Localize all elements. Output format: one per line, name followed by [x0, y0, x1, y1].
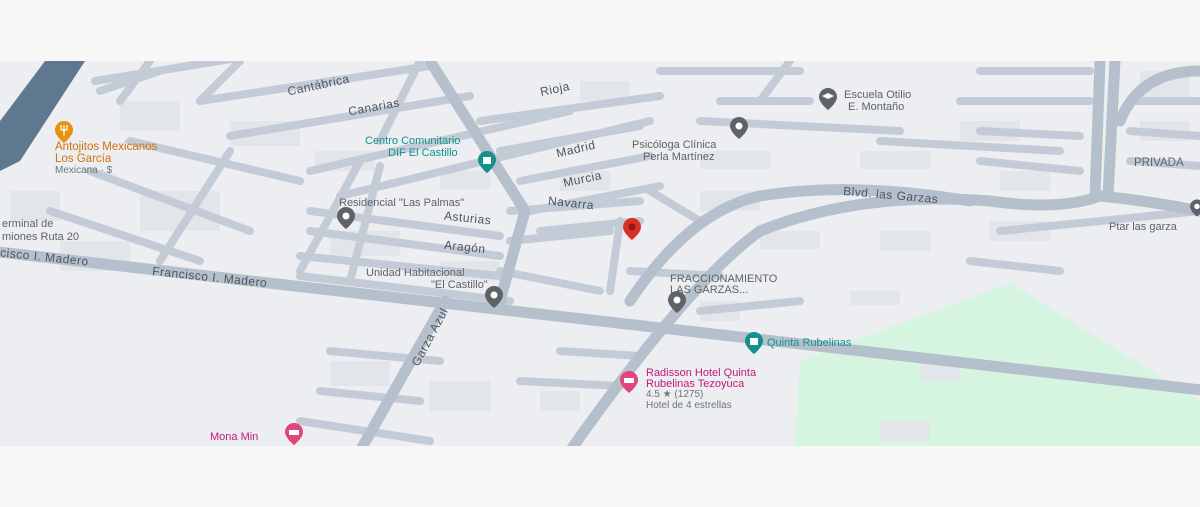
place-escuela-1[interactable]: Escuela Otilio	[844, 89, 911, 101]
place-antojitos-name2[interactable]: Los García	[55, 153, 111, 165]
place-privada[interactable]: PRIVADA	[1134, 157, 1184, 169]
location-pin-icon[interactable]	[1190, 199, 1200, 217]
location-pin-icon[interactable]	[730, 117, 748, 139]
place-antojitos-name[interactable]: Antojitos Mexicanos	[55, 141, 157, 153]
place-residencial[interactable]: Residencial "Las Palmas"	[339, 197, 464, 209]
location-pin-icon[interactable]	[337, 207, 355, 229]
place-radisson-type: Hotel de 4 estrellas	[646, 400, 732, 411]
hotel-icon[interactable]	[620, 371, 638, 393]
place-mona[interactable]: Mona Min	[210, 431, 258, 443]
map-canvas[interactable]	[0, 61, 1200, 446]
location-pin-icon[interactable]	[668, 291, 686, 313]
place-quinta[interactable]: Quinta Rubelinas	[767, 337, 851, 349]
location-pin-icon[interactable]	[485, 286, 503, 308]
place-unidad-1[interactable]: Unidad Habitacional	[366, 267, 464, 279]
map-view[interactable]: Cantábrica Canarias Rioja Madrid Murcia …	[0, 61, 1200, 446]
place-antojitos-sub: Mexicana · $	[55, 165, 113, 176]
place-psicologa-1[interactable]: Psicóloga Clínica	[632, 139, 716, 151]
place-centro-comunitario-2[interactable]: DIF El Castillo	[388, 147, 458, 159]
place-psicologa-2[interactable]: Perla Martínez	[643, 151, 715, 163]
red-marker-icon[interactable]	[623, 218, 641, 240]
place-centro-comunitario-1[interactable]: Centro Comunitario	[365, 135, 460, 147]
community-center-icon[interactable]	[478, 151, 496, 173]
place-terminal-1[interactable]: erminal de	[2, 218, 53, 230]
place-escuela-2[interactable]: E. Montaño	[848, 101, 904, 113]
place-unidad-2[interactable]: "El Castillo"	[431, 279, 488, 291]
community-center-icon[interactable]	[745, 332, 763, 354]
school-icon[interactable]	[819, 88, 837, 110]
place-terminal-2[interactable]: miones Ruta 20	[2, 231, 79, 243]
place-ptar[interactable]: Ptar las garza	[1109, 221, 1177, 233]
restaurant-icon[interactable]	[55, 121, 73, 143]
hotel-icon[interactable]	[285, 423, 303, 445]
